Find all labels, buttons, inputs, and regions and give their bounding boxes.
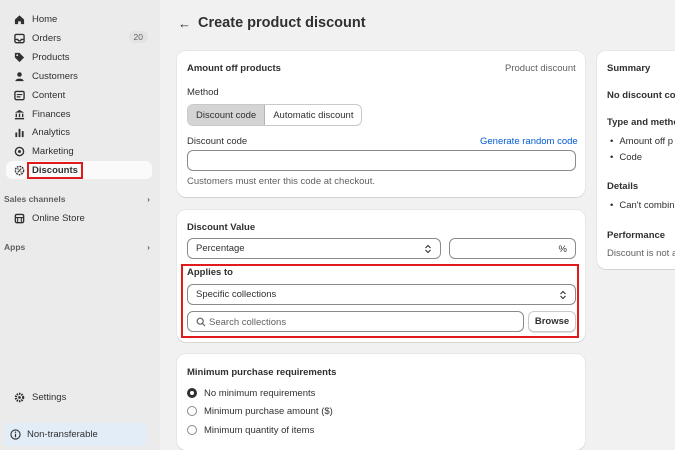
discount-type-label: Product discount xyxy=(505,63,576,74)
summary-type-heading: Type and metho xyxy=(607,117,675,128)
search-placeholder: Search collections xyxy=(209,317,287,328)
sidebar-item-label: Content xyxy=(32,89,66,101)
sidebar-item-label: Settings xyxy=(32,391,67,403)
sidebar-item-label: Home xyxy=(32,13,58,25)
gear-icon xyxy=(14,392,25,403)
discount-code-input[interactable] xyxy=(187,150,576,171)
sidebar-item-label: Marketing xyxy=(32,145,74,157)
select-value: Percentage xyxy=(196,243,245,254)
sidebar-item-label: Analytics xyxy=(32,126,71,138)
home-icon xyxy=(14,14,25,25)
storefront-icon xyxy=(14,213,25,224)
apps-heading[interactable]: Apps › xyxy=(4,242,150,252)
radio-label[interactable]: Minimum purchase amount ($) xyxy=(204,406,333,417)
method-segmented-control: Discount code Automatic discount xyxy=(187,104,363,126)
method-label: Method xyxy=(187,87,219,98)
sidebar-item-online-store[interactable]: Online Store xyxy=(6,209,152,227)
applies-to-select[interactable]: Specific collections xyxy=(187,284,576,305)
sidebar-item-orders[interactable]: Orders 20 xyxy=(6,29,152,47)
sidebar: Home Orders 20 Products Customers Conten… xyxy=(0,0,160,450)
chevron-up-down-icon xyxy=(560,290,566,299)
automatic-discount-tab[interactable]: Automatic discount xyxy=(265,105,361,125)
select-value: Specific collections xyxy=(196,289,277,300)
summary-title: Summary xyxy=(607,63,651,74)
percentage-input[interactable]: % xyxy=(449,238,576,259)
radio-no-minimum[interactable] xyxy=(187,388,197,398)
sidebar-item-settings[interactable]: Settings xyxy=(6,388,152,406)
discount-code-label: Discount code xyxy=(187,136,248,147)
sidebar-item-home[interactable]: Home xyxy=(6,10,152,28)
percent-suffix: % xyxy=(558,244,567,255)
sidebar-item-label: Products xyxy=(32,51,70,63)
sidebar-item-customers[interactable]: Customers xyxy=(6,67,152,85)
summary-type-item: Code xyxy=(610,152,642,163)
discount-gear-icon xyxy=(14,165,25,176)
chevron-right-icon: › xyxy=(147,194,150,204)
search-icon xyxy=(196,317,206,327)
orders-count-badge: 20 xyxy=(128,31,148,43)
summary-details-item: Can't combin xyxy=(610,200,674,211)
sidebar-item-label: Orders xyxy=(32,32,62,44)
code-help-text: Customers must enter this code at checko… xyxy=(187,176,375,187)
banner-label: Non-transferable xyxy=(27,429,98,440)
sidebar-item-label: Customers xyxy=(32,70,78,82)
card-title: Minimum purchase requirements xyxy=(187,367,337,378)
person-icon xyxy=(14,71,25,82)
discount-code-tab[interactable]: Discount code xyxy=(188,105,266,125)
applies-to-label: Applies to xyxy=(187,267,233,278)
sidebar-item-finances[interactable]: Finances xyxy=(6,105,152,123)
card-title: Discount Value xyxy=(187,222,256,233)
radio-label[interactable]: Minimum quantity of items xyxy=(204,425,314,436)
summary-performance-text: Discount is not a xyxy=(607,248,675,259)
sidebar-item-label: Discounts xyxy=(27,161,83,179)
content-icon xyxy=(14,90,25,101)
sidebar-item-label: Online Store xyxy=(32,212,85,224)
sidebar-item-products[interactable]: Products xyxy=(6,48,152,66)
sidebar-item-discounts[interactable]: Discounts xyxy=(6,161,152,179)
radio-min-amount[interactable] xyxy=(187,406,197,416)
info-icon xyxy=(10,429,21,440)
sales-channels-heading[interactable]: Sales channels › xyxy=(4,194,150,204)
back-arrow-icon[interactable]: ← xyxy=(178,16,191,31)
search-collections-input[interactable]: Search collections xyxy=(187,311,524,332)
page-title: Create product discount xyxy=(198,15,366,31)
summary-no-code: No discount cod xyxy=(607,90,675,101)
tag-icon xyxy=(14,52,25,63)
card-title: Amount off products xyxy=(187,63,281,74)
non-transferable-banner[interactable]: Non-transferable xyxy=(4,423,147,446)
bank-icon xyxy=(14,109,25,120)
sidebar-item-label: Finances xyxy=(32,108,71,120)
value-type-select[interactable]: Percentage xyxy=(187,238,441,259)
generate-random-code-link[interactable]: Generate random code xyxy=(480,136,578,147)
sidebar-item-content[interactable]: Content xyxy=(6,86,152,104)
summary-type-item: Amount off p xyxy=(610,136,673,147)
chevron-up-down-icon xyxy=(425,244,431,253)
radio-min-quantity[interactable] xyxy=(187,425,197,435)
inbox-icon xyxy=(14,33,25,44)
sidebar-item-analytics[interactable]: Analytics xyxy=(6,123,152,141)
bar-chart-icon xyxy=(14,127,25,138)
browse-button[interactable]: Browse xyxy=(528,311,576,332)
summary-performance-heading: Performance xyxy=(607,230,666,241)
chevron-right-icon: › xyxy=(147,242,150,252)
radio-label[interactable]: No minimum requirements xyxy=(204,388,315,399)
target-icon xyxy=(14,146,25,157)
sidebar-item-marketing[interactable]: Marketing xyxy=(6,142,152,160)
summary-details-heading: Details xyxy=(607,181,639,192)
